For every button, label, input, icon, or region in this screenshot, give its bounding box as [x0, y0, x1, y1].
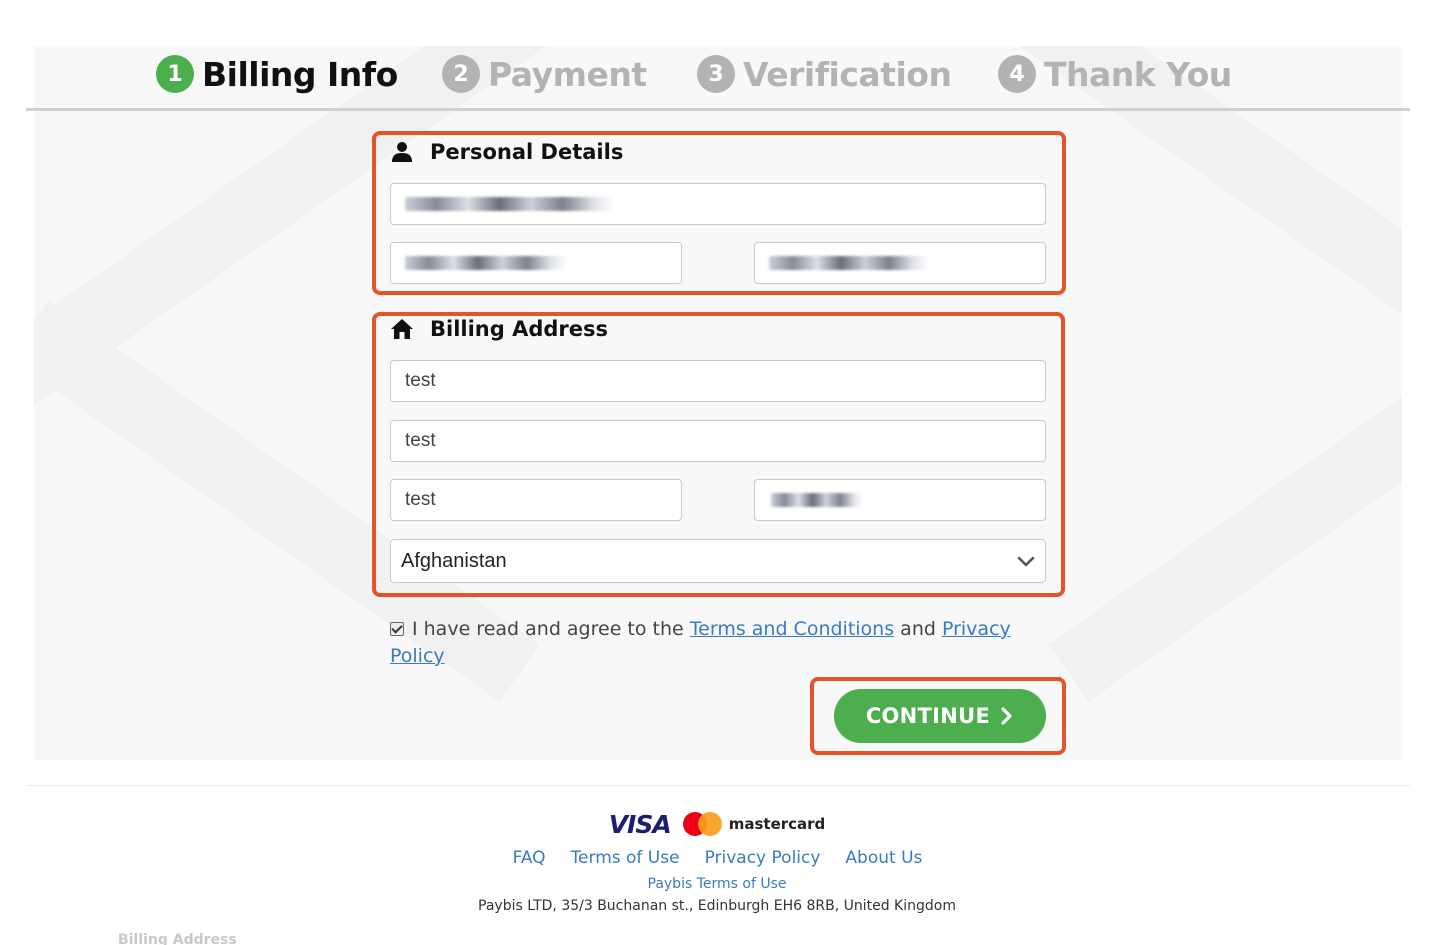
redacted-value — [769, 256, 929, 270]
terms-agreement: I have read and agree to the Terms and C… — [390, 616, 1050, 670]
address-line2-field[interactable]: test — [390, 420, 1046, 462]
step-number: 1 — [156, 55, 194, 93]
step-number: 3 — [697, 55, 735, 93]
step-verification: 3 Verification — [697, 52, 952, 96]
step-label: Verification — [743, 54, 952, 94]
country-select[interactable]: Afghanistan — [390, 539, 1046, 583]
billing-address-title: Billing Address — [390, 317, 608, 341]
address-line1-field[interactable]: test — [390, 360, 1046, 402]
step-label: Thank You — [1044, 54, 1232, 94]
terms-checkbox[interactable] — [390, 622, 404, 636]
full-name-field[interactable] — [390, 183, 1046, 225]
birth-date-field[interactable] — [390, 242, 682, 284]
redacted-value — [405, 256, 567, 270]
country-select-value: Afghanistan — [401, 549, 507, 572]
visa-logo: VISA — [608, 809, 672, 839]
phone-field[interactable] — [754, 242, 1046, 284]
ghost-billing-address-label: Billing Address — [118, 932, 237, 945]
redacted-value — [405, 197, 615, 211]
agree-text: I have read and agree to the — [412, 618, 684, 640]
chevron-down-icon — [1017, 552, 1035, 576]
section-title-text: Billing Address — [430, 317, 609, 341]
company-address: Paybis LTD, 35/3 Buchanan st., Edinburgh… — [478, 898, 956, 914]
chevron-right-icon — [1000, 707, 1014, 725]
footer-link-faq[interactable]: FAQ — [512, 848, 546, 868]
postal-code-field[interactable] — [754, 479, 1046, 521]
step-number: 4 — [998, 55, 1036, 93]
checkout-page: 1 Billing Info 2 Payment 3 Verification … — [0, 0, 1434, 945]
home-icon — [390, 317, 414, 341]
footer-divider — [26, 785, 1410, 786]
personal-details-title: Personal Details — [390, 140, 623, 164]
step-billing-info: 1 Billing Info — [156, 52, 398, 96]
stepper-divider — [26, 108, 1410, 111]
payment-card-logos: VISA mastercard — [0, 808, 1434, 840]
agree-and-text: and — [900, 618, 936, 640]
checkout-stepper: 1 Billing Info 2 Payment 3 Verification … — [0, 52, 1434, 96]
step-label: Payment — [488, 54, 647, 94]
step-thank-you: 4 Thank You — [998, 52, 1232, 96]
footer-link-privacy-policy[interactable]: Privacy Policy — [704, 848, 821, 868]
paybis-terms-link[interactable]: Paybis Terms of Use — [0, 876, 1434, 892]
footer-link-terms-of-use[interactable]: Terms of Use — [570, 848, 680, 868]
continue-label: CONTINUE — [865, 704, 991, 728]
city-field[interactable]: test — [390, 479, 682, 521]
redacted-value — [771, 493, 863, 507]
mastercard-logo-text: mastercard — [728, 815, 826, 833]
step-label: Billing Info — [202, 54, 398, 94]
mastercard-icon — [682, 811, 723, 837]
section-title-text: Personal Details — [430, 140, 624, 164]
user-icon — [390, 140, 414, 164]
step-number: 2 — [442, 55, 480, 93]
continue-button[interactable]: CONTINUE — [834, 689, 1046, 743]
footer-links: FAQ Terms of Use Privacy Policy About Us — [0, 848, 1434, 868]
step-payment: 2 Payment — [442, 52, 647, 96]
footer-link-about-us[interactable]: About Us — [844, 848, 922, 868]
terms-and-conditions-link[interactable]: Terms and Conditions — [690, 618, 894, 640]
